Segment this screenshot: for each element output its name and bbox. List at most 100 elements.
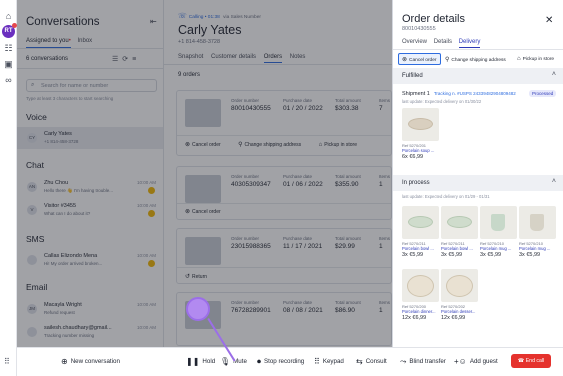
conversations-panel: Conversations ⇤ Assigned to you• Inbox 6…	[17, 0, 164, 347]
consult-button[interactable]: ⇆ Consult	[356, 357, 387, 366]
tab-details[interactable]: Details	[434, 39, 452, 45]
pickup-in-store-button[interactable]: ⌂ Pickup in store	[319, 142, 365, 148]
hold-button[interactable]: ❚❚ Hold	[186, 357, 215, 366]
list-item[interactable]: sailesh.chaudhary@gmail... Tracking numb…	[17, 321, 163, 343]
order-card[interactable]: Order number 23015988365 Purchase date 11 …	[176, 228, 392, 284]
divider	[393, 49, 563, 50]
tab-notes[interactable]: Notes	[290, 54, 306, 60]
close-icon[interactable]: ✕	[545, 15, 553, 26]
conversation-count: 6 conversations	[26, 56, 69, 62]
blind-transfer-button[interactable]: ⤳ Blind transfer	[400, 357, 446, 367]
product-card[interactable]: Ref 5270/210 Porcelain mug ... 3x €5,99	[480, 206, 517, 258]
product-card[interactable]: Ref 5270/202 Porcelain desser... 12x €6,…	[441, 269, 478, 321]
cancel-order-button[interactable]: ⊗ Cancel order	[398, 53, 441, 65]
list-item[interactable]: JM Macayla Wright Refund request 10:00 A…	[17, 298, 163, 320]
phone-hangup-icon: ☎	[517, 358, 526, 364]
tab-assigned[interactable]: Assigned to you•	[26, 38, 71, 48]
tab-delivery[interactable]: Delivery	[458, 39, 481, 48]
pointer-cursor	[186, 297, 210, 321]
return-button[interactable]: ↺ Return	[185, 274, 215, 280]
list-item[interactable]: AN Zhu Chou Hello there 👋 I'm having tro…	[17, 176, 163, 198]
mic-off-icon: 🎙	[220, 357, 231, 366]
search-hint: Type at least 3 characters to start sear…	[26, 96, 114, 101]
order-details-drawer: Order details 80010430555 ✕ Overview Det…	[392, 0, 563, 347]
product-card[interactable]: Ref 5270/211 Porcelain bowl ... 3x €5,99	[402, 206, 439, 258]
order-details-title: Order details	[402, 13, 465, 25]
unread-badge	[148, 210, 155, 217]
avatar	[27, 255, 37, 265]
contacts-icon[interactable]: ▣	[3, 59, 14, 70]
order-thumbnail	[185, 237, 221, 265]
collapse-panel-icon[interactable]: ⇤	[150, 17, 157, 26]
product-card[interactable]: Ref 5270/200 Porcelain dinner... 12x €6,…	[402, 269, 439, 321]
order-thumbnail	[185, 175, 221, 203]
product-card[interactable]: Ref 5270/210 Porcelain mug ... 3x €5,99	[519, 206, 556, 258]
keypad-icon: ⠿	[314, 357, 320, 366]
details-tabs: Overview Details Delivery	[402, 39, 485, 48]
product-card[interactable]: Ref 5270/211 Porcelain bowl ... 3x €5,99	[441, 206, 478, 258]
refresh-icon[interactable]: ⟳	[122, 56, 132, 63]
new-conversation-button[interactable]: ⊕ New conversation	[61, 357, 120, 366]
add-person-icon: +☺	[454, 357, 467, 366]
list-item[interactable]: CY Carly Yates +1 814-458-3728	[17, 127, 163, 149]
contact-tabs: Snapshot Customer details Orders Notes	[178, 54, 311, 63]
phone-call-icon: ☏	[178, 13, 187, 20]
product-card[interactable]: Ref 5270/201 Porcelain soup ... 6x €6,99	[402, 108, 439, 160]
search-input[interactable]: ⌕ Search for name or number	[26, 79, 157, 92]
tracking-link[interactable]: Tracking n. #USPS 24339482904809482	[434, 91, 516, 96]
tab-customer-details[interactable]: Customer details	[211, 54, 256, 60]
avatar: AN	[27, 182, 37, 192]
in-process-section-header[interactable]: In process ˄	[393, 175, 563, 191]
keypad-button[interactable]: ⠿ Keypad	[314, 357, 344, 366]
tab-snapshot[interactable]: Snapshot	[178, 54, 203, 60]
pickup-in-store-button[interactable]: ⌂ Pickup in store	[517, 53, 554, 65]
product-image	[441, 206, 478, 239]
stop-icon: ⏺	[257, 357, 261, 366]
list-icon[interactable]: ☷	[3, 43, 14, 54]
location-pin-icon: ⚲	[238, 142, 243, 148]
return-icon: ↺	[185, 274, 191, 280]
order-id: 80010430555	[402, 26, 436, 32]
sort-icon[interactable]: ☰	[112, 56, 122, 63]
cancel-order-button[interactable]: ⊗ Cancel order	[185, 142, 229, 148]
divider	[17, 68, 163, 69]
home-icon[interactable]: ⌂	[3, 11, 14, 22]
product-image	[402, 269, 439, 302]
filter-icon[interactable]: ≡	[132, 56, 140, 63]
unread-badge	[148, 187, 155, 194]
voicemail-icon[interactable]: ∞	[3, 75, 14, 86]
product-image	[480, 206, 517, 239]
agent-avatar[interactable]: RT	[2, 23, 17, 38]
avatar: V	[27, 205, 37, 215]
section-chat: Chat	[26, 160, 44, 170]
list-item[interactable]: Callas Elizondo Mena Hi! My order arrive…	[17, 249, 163, 271]
cancel-order-button[interactable]: ⊗ Cancel order	[185, 209, 229, 215]
app-window: ⌂ RT ☷ ▣ ∞ ⠿ Conversations ⇤ Assigned to…	[0, 0, 563, 376]
pause-icon: ❚❚	[186, 357, 200, 366]
order-card[interactable]: Order number 40305309347 Purchase date 01 …	[176, 166, 392, 220]
change-address-button[interactable]: ⚲ Change shipping address	[238, 142, 309, 148]
stop-recording-button[interactable]: ⏺ Stop recording	[257, 357, 304, 367]
unread-dot: •	[68, 38, 71, 44]
apps-grid-icon[interactable]: ⠿	[4, 357, 10, 366]
cart-cancel-icon: ⊗	[185, 209, 191, 215]
order-card[interactable]: Order number 80010430555 Purchase date 01 …	[176, 90, 392, 156]
end-call-button[interactable]: ☎ End call	[511, 354, 551, 368]
call-toolbar: ⊕ New conversation ❚❚ Hold 🎙 Mute ⏺ Stop rec…	[17, 347, 563, 376]
product-image	[402, 206, 439, 239]
add-guest-button[interactable]: +☺ Add guest	[454, 357, 498, 366]
consult-icon: ⇆	[356, 357, 363, 366]
tab-overview[interactable]: Overview	[402, 39, 427, 45]
tab-orders[interactable]: Orders	[263, 54, 283, 63]
contact-panel: ☏ Calling • 01:38 via Sales Number Carly …	[164, 0, 392, 347]
avatar: CY	[27, 133, 37, 143]
fulfilled-section-header[interactable]: Fulfilled ˄	[393, 68, 563, 84]
contact-phone: +1 814-458-3728	[178, 39, 221, 45]
avatar	[27, 327, 37, 337]
divider	[17, 48, 163, 49]
tab-inbox[interactable]: Inbox	[77, 38, 92, 44]
call-status: ☏ Calling • 01:38 via Sales Number	[178, 13, 261, 20]
change-address-button[interactable]: ⚲ Change shipping address	[445, 53, 506, 65]
list-item[interactable]: V Visitor #3455 What can I do about it? …	[17, 199, 163, 221]
status-badge: Processed	[529, 90, 557, 97]
